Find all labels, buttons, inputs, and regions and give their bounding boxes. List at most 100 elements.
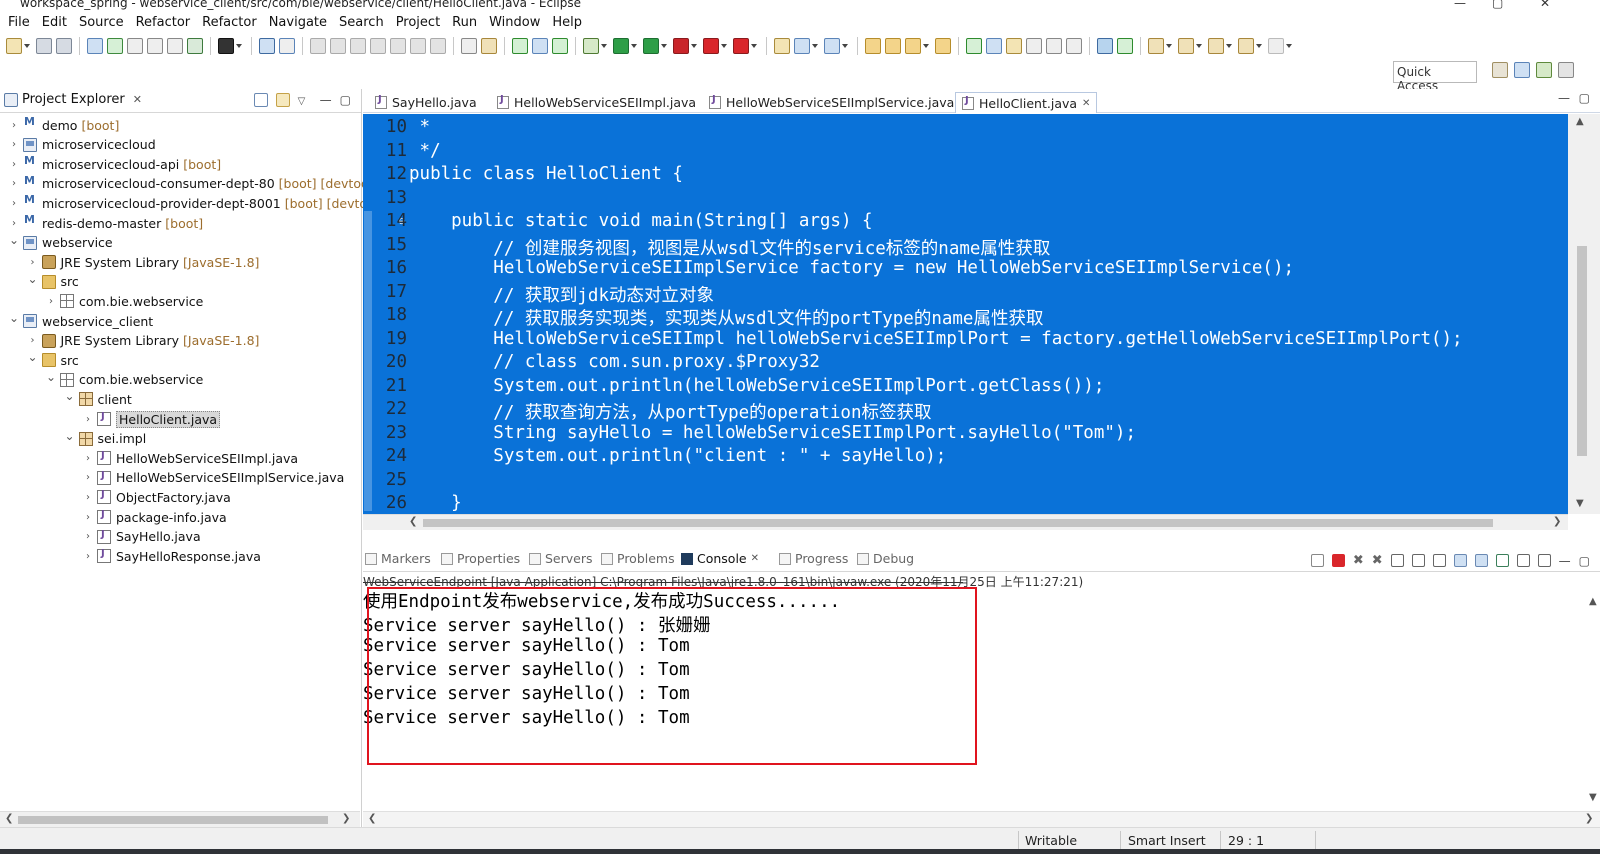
- refresh-icon[interactable]: [552, 38, 568, 54]
- tab-servers[interactable]: Servers: [529, 551, 593, 566]
- highlight-icon[interactable]: [986, 38, 1002, 54]
- collapse-arrow-icon[interactable]: ⌄: [8, 311, 20, 325]
- dropdown-arrow-icon[interactable]: [601, 44, 607, 48]
- deploy-icon[interactable]: [733, 38, 749, 54]
- debug-icon[interactable]: [583, 38, 599, 54]
- prev-annotation-icon[interactable]: [1178, 38, 1194, 54]
- profile-icon[interactable]: [218, 38, 234, 54]
- resume-icon[interactable]: [310, 38, 326, 54]
- tree-item[interactable]: › JRE System Library [JavaSE-1.8]: [27, 331, 260, 351]
- dropdown-arrow-icon[interactable]: [1256, 44, 1262, 48]
- terminate-icon[interactable]: [350, 38, 366, 54]
- run-icon[interactable]: [613, 38, 629, 54]
- editor-tab[interactable]: HelloWebServiceSEIImplService.java: [703, 92, 960, 113]
- maximize-icon[interactable]: ▢: [1492, 0, 1503, 10]
- highlight-toggle-icon[interactable]: [532, 38, 548, 54]
- expand-arrow-icon[interactable]: ›: [27, 257, 39, 268]
- debug-perspective-icon[interactable]: [1536, 62, 1552, 78]
- tree-item[interactable]: ⌄ com.bie.webservice: [45, 370, 203, 390]
- stop-icon[interactable]: [703, 38, 719, 54]
- skip-breakpoints-icon[interactable]: [279, 38, 295, 54]
- tree-item[interactable]: › com.bie.webservice: [45, 291, 203, 311]
- open-folder-icon[interactable]: [865, 38, 881, 54]
- expand-arrow-icon[interactable]: ›: [8, 120, 20, 131]
- dropdown-arrow-icon[interactable]: [661, 44, 667, 48]
- collapse-arrow-icon[interactable]: ⌄: [64, 389, 76, 403]
- expand-arrow-icon[interactable]: ›: [82, 492, 94, 503]
- dropdown-arrow-icon[interactable]: [812, 44, 818, 48]
- annotation-icon[interactable]: [966, 38, 982, 54]
- minimize-editor-icon[interactable]: —: [1558, 91, 1570, 105]
- menu-run[interactable]: Run: [448, 15, 485, 30]
- expand-arrow-icon[interactable]: ›: [82, 414, 94, 425]
- menu-file[interactable]: File: [4, 15, 38, 30]
- tab-console[interactable]: Console ✕: [681, 551, 759, 566]
- code-text-area[interactable]: ⊖ 10 * 11 */12 public class HelloClient {1…: [363, 114, 1568, 514]
- tree-item[interactable]: › HelloWebServiceSEIImpl.java: [82, 448, 298, 468]
- tree-item[interactable]: › package-info.java: [82, 507, 227, 527]
- minimize-view-icon[interactable]: —: [1559, 554, 1571, 568]
- open-project-icon[interactable]: [885, 38, 901, 54]
- tree-item[interactable]: ⌄ webservice: [8, 233, 113, 253]
- expand-arrow-icon[interactable]: ›: [8, 139, 20, 150]
- expand-arrow-icon[interactable]: ›: [82, 472, 94, 483]
- expand-arrow-icon[interactable]: ›: [82, 551, 94, 562]
- tree-item[interactable]: › SayHello.java: [82, 527, 201, 547]
- close-tab-icon[interactable]: ✕: [751, 553, 759, 564]
- dropdown-arrow-icon[interactable]: [24, 44, 30, 48]
- scrollbar-thumb[interactable]: [423, 519, 1493, 527]
- scrollbar-thumb[interactable]: [18, 816, 328, 824]
- menu-edit[interactable]: Edit: [38, 15, 75, 30]
- last-edit-icon[interactable]: [1208, 38, 1224, 54]
- new-java-project-icon[interactable]: [794, 38, 810, 54]
- show-blocks-icon[interactable]: [1046, 38, 1062, 54]
- tree-item[interactable]: ⌄ sei.impl: [64, 429, 146, 449]
- tree-item[interactable]: › HelloClient.java: [82, 409, 221, 429]
- close-icon[interactable]: ✕: [1540, 0, 1550, 10]
- drop-to-frame-icon[interactable]: [481, 38, 497, 54]
- dropdown-arrow-icon[interactable]: [236, 44, 242, 48]
- menu-source[interactable]: Source: [75, 15, 132, 30]
- open-perspective-icon[interactable]: [1492, 62, 1508, 78]
- globe-icon[interactable]: [1097, 38, 1113, 54]
- menu-search[interactable]: Search: [335, 15, 392, 30]
- tree-item[interactable]: ⌄ webservice_client: [8, 311, 153, 331]
- step-into-icon[interactable]: [390, 38, 406, 54]
- server-start-icon[interactable]: [512, 38, 528, 54]
- forward-icon[interactable]: [1268, 38, 1284, 54]
- scroll-up-icon[interactable]: ▲: [1589, 596, 1597, 607]
- tree-item[interactable]: ⌄ src: [27, 272, 78, 292]
- save-all-icon[interactable]: [56, 38, 72, 54]
- menu-refactor-2[interactable]: Refactor: [198, 15, 265, 30]
- tab-markers[interactable]: Markers: [365, 551, 431, 566]
- expand-arrow-icon[interactable]: ›: [82, 453, 94, 464]
- menu-project[interactable]: Project: [392, 15, 448, 30]
- scroll-right-icon[interactable]: ❯: [1553, 516, 1561, 527]
- external-tools-icon[interactable]: [673, 38, 689, 54]
- expand-arrow-icon[interactable]: ›: [8, 178, 20, 189]
- dropdown-arrow-icon[interactable]: [1196, 44, 1202, 48]
- step-over-icon[interactable]: [410, 38, 426, 54]
- open-file-icon[interactable]: [935, 38, 951, 54]
- expand-arrow-icon[interactable]: ›: [82, 531, 94, 542]
- expand-arrow-icon[interactable]: ›: [8, 218, 20, 229]
- view-menu-icon[interactable]: ▽: [298, 93, 312, 107]
- open-task-icon[interactable]: [167, 38, 183, 54]
- scroll-right-icon[interactable]: ❯: [342, 813, 350, 824]
- tree-item[interactable]: › HelloWebServiceSEIImplService.java: [82, 468, 344, 488]
- collapse-arrow-icon[interactable]: ⌄: [27, 350, 39, 364]
- select-icon[interactable]: [87, 38, 103, 54]
- web-services-icon[interactable]: [1117, 38, 1133, 54]
- scroll-left-icon[interactable]: ❮: [409, 516, 417, 527]
- java-ee-perspective-icon[interactable]: [1514, 62, 1530, 78]
- scroll-down-icon[interactable]: ▼: [1589, 792, 1597, 803]
- close-tab-icon[interactable]: ✕: [1082, 98, 1090, 109]
- tab-debug[interactable]: Debug: [857, 551, 914, 566]
- tree-item[interactable]: › demo[boot]: [8, 115, 119, 135]
- scroll-down-icon[interactable]: ▼: [1576, 498, 1584, 509]
- scroll-left-icon[interactable]: ❮: [368, 813, 376, 824]
- edit-icon[interactable]: [905, 38, 921, 54]
- pencil-icon[interactable]: [1006, 38, 1022, 54]
- tree-item[interactable]: ›microservicecloud-provider-dept-8001[bo…: [8, 193, 390, 213]
- scroll-lock-icon[interactable]: [1411, 554, 1425, 567]
